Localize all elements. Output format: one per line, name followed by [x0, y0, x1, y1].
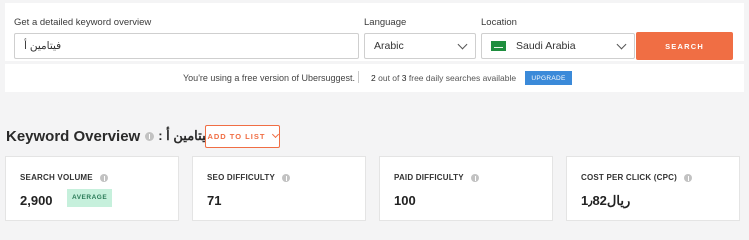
info-icon[interactable]	[281, 173, 290, 182]
metric-label: SEARCH VOLUME	[20, 173, 93, 182]
location-value: Saudi Arabia	[516, 40, 576, 52]
chevron-down-icon	[616, 39, 627, 49]
metric-value: 2,900	[20, 193, 53, 208]
page-title: Keyword Overview	[6, 127, 141, 145]
searches-used: 2	[371, 73, 376, 83]
location-select[interactable]: Saudi Arabia	[481, 33, 635, 59]
location-label: Location	[481, 17, 517, 28]
keyword-label: Get a detailed keyword overview	[14, 17, 152, 28]
language-select[interactable]: Arabic	[364, 33, 476, 59]
searches-suffix: free daily searches available	[408, 73, 517, 83]
search-count: 2 out of 3 free daily searches available	[371, 73, 516, 83]
metric-card-paid-difficulty: PAID DIFFICULTY 100	[379, 156, 553, 221]
free-version-bar: You're using a free version of Ubersugge…	[5, 64, 744, 92]
metric-value: ريال1٫82	[581, 193, 631, 208]
upgrade-button[interactable]: UPGRADE	[525, 71, 572, 85]
search-card: Get a detailed keyword overview فيتامين …	[5, 3, 744, 61]
metric-card-seo-difficulty: SEO DIFFICULTY 71	[192, 156, 366, 221]
metric-label: SEO DIFFICULTY	[207, 173, 275, 182]
keyword-input-value: فيتامين أ	[24, 40, 62, 52]
language-label: Language	[364, 17, 407, 28]
info-icon[interactable]	[684, 173, 692, 182]
metric-value: 100	[394, 193, 416, 208]
info-icon[interactable]	[470, 173, 479, 182]
searches-total: 3	[401, 73, 407, 83]
metric-label-row: SEARCH VOLUME	[20, 173, 112, 182]
metric-value: 71	[207, 193, 222, 208]
free-version-message: You're using a free version of Ubersugge…	[183, 73, 355, 83]
info-icon[interactable]	[99, 173, 108, 182]
metric-label-row: COST PER CLICK (CPC)	[581, 173, 696, 182]
chevron-down-icon	[271, 130, 279, 139]
language-value: Arabic	[374, 40, 404, 52]
chevron-down-icon	[457, 39, 468, 49]
location-display: Saudi Arabia	[491, 40, 576, 52]
overview-header: Keyword Overview فيتامين أ :	[6, 124, 212, 148]
metric-label-row: SEO DIFFICULTY	[207, 173, 294, 182]
metric-card-cpc: COST PER CLICK (CPC) ريال1٫82	[566, 156, 740, 221]
saudi-flag-icon	[491, 41, 506, 51]
keyword-input[interactable]: فيتامين أ	[14, 33, 359, 59]
info-icon[interactable]	[145, 131, 155, 141]
add-to-list-button[interactable]: ADD TO LIST	[205, 125, 280, 148]
metric-label-row: PAID DIFFICULTY	[394, 173, 483, 182]
search-button[interactable]: SEARCH	[636, 32, 733, 60]
status-badge: AVERAGE	[67, 189, 113, 207]
add-to-list-label: ADD TO LIST	[207, 132, 266, 141]
metric-card-search-volume: SEARCH VOLUME 2,900 AVERAGE	[5, 156, 179, 221]
divider	[358, 71, 359, 83]
out-of-text: out of	[378, 73, 400, 83]
metric-label: PAID DIFFICULTY	[394, 173, 464, 182]
metric-label: COST PER CLICK (CPC)	[581, 173, 677, 182]
